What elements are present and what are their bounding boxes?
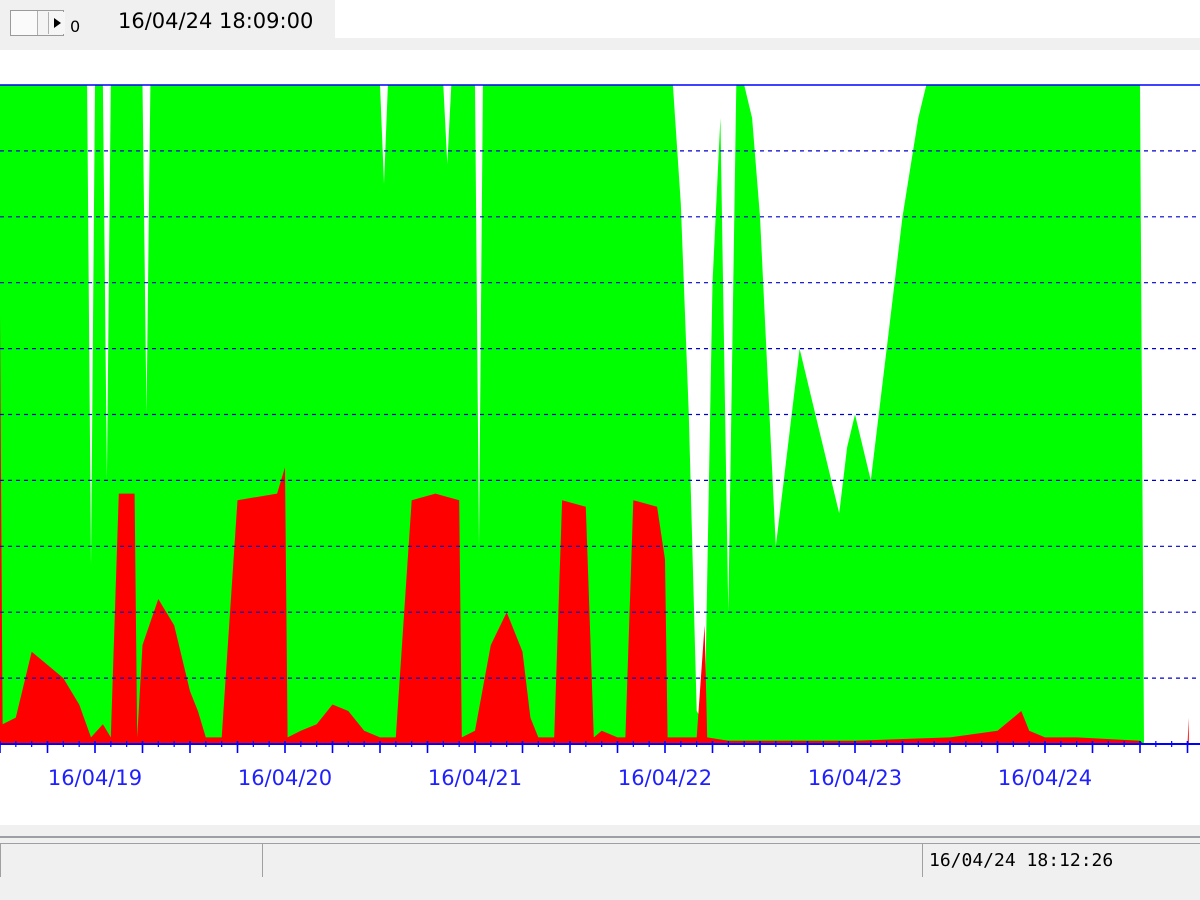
- time-scrollbar[interactable]: [10, 10, 65, 36]
- clipped-label: [0, 0, 90, 4]
- x-tick-label: 16/04/22: [618, 766, 712, 790]
- status-timestamp: 16/04/24 18:12:26: [929, 850, 1114, 871]
- status-pane-3: 16/04/24 18:12:26: [922, 843, 1200, 877]
- toolbar: 0 16/04/24 18:09:00: [0, 0, 335, 40]
- status-pane-1: [0, 843, 262, 877]
- toolbar-bottom-strip: [0, 38, 335, 50]
- toolbar-gray-strip: [335, 38, 1200, 50]
- time-series-chart: 16/04/19 16/04/20 16/04/21 16/04/22 16/04/23…: [0, 84, 1200, 790]
- status-bar: 16/04/24 18:12:26: [0, 825, 1200, 900]
- label-layer: 16/04/19 16/04/20 16/04/21 16/04/22 16/04/23…: [48, 766, 1092, 790]
- scroll-thumb[interactable]: [11, 11, 38, 35]
- scroll-right-arrow-icon[interactable]: [48, 12, 65, 34]
- x-tick-label: 16/04/24: [998, 766, 1092, 790]
- status-pane-2: [262, 843, 922, 877]
- x-tick-label: 16/04/19: [48, 766, 142, 790]
- scroll-value: 0: [70, 17, 81, 36]
- x-tick-label: 16/04/23: [808, 766, 902, 790]
- status-divider: [0, 836, 1200, 838]
- x-tick-label: 16/04/20: [238, 766, 332, 790]
- chart-area: 16/04/19 16/04/20 16/04/21 16/04/22 16/04/23…: [0, 50, 1200, 825]
- toolbar-timestamp: 16/04/24 18:09:00: [118, 9, 314, 33]
- x-tick-label: 16/04/21: [428, 766, 522, 790]
